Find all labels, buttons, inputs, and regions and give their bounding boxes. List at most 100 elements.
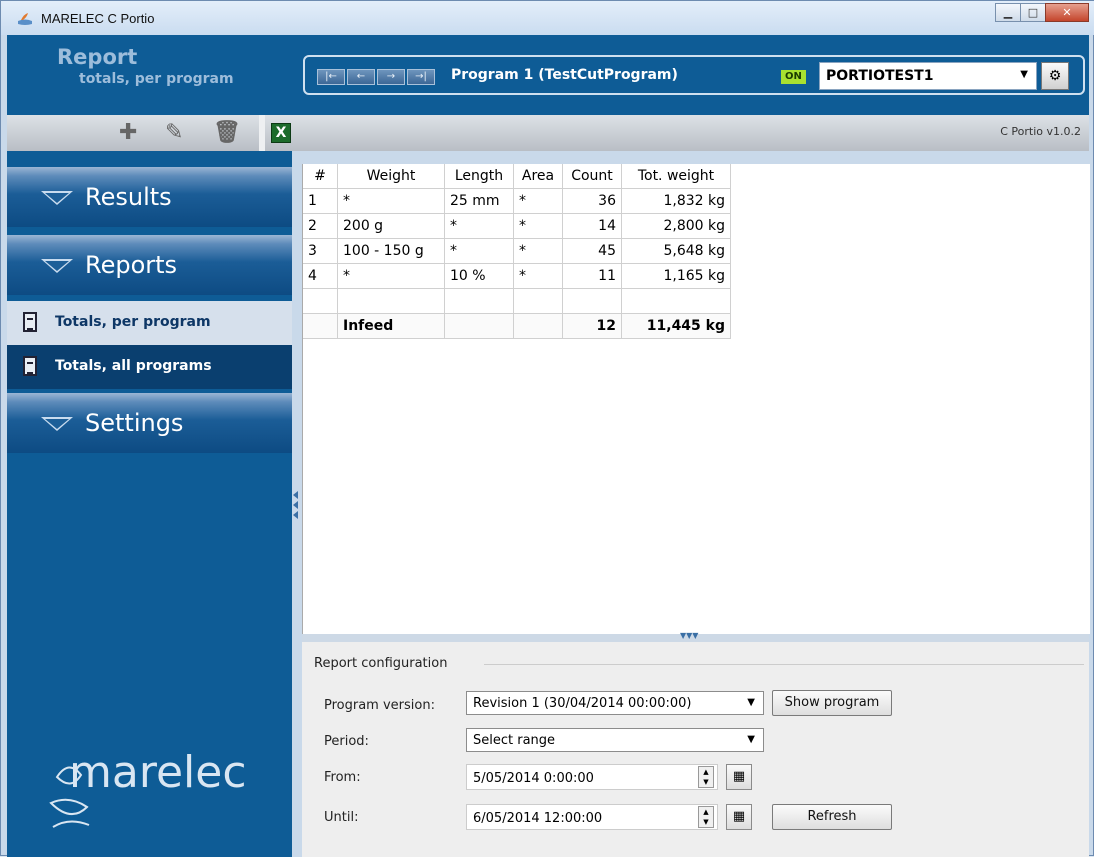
connect-icon: ⚙ <box>1048 68 1062 84</box>
chevron-down-icon: ▼ <box>1020 69 1028 80</box>
column-header[interactable]: Tot. weight <box>621 164 731 189</box>
refresh-button[interactable]: Refresh <box>772 804 892 830</box>
cell <box>513 313 563 339</box>
column-header[interactable]: Length <box>444 164 514 189</box>
app-icon <box>18 13 32 25</box>
device-select-value: PORTIOTEST1 <box>826 68 934 84</box>
from-datetime-field[interactable]: 5/05/2014 0:00:00 <box>466 764 718 790</box>
until-label: Until: <box>324 810 359 825</box>
cell <box>621 288 731 314</box>
show-program-button[interactable]: Show program <box>772 690 892 716</box>
cell <box>303 313 338 339</box>
cell: 200 g <box>337 213 445 239</box>
cell: * <box>444 213 514 239</box>
cell: * <box>337 188 445 214</box>
column-header[interactable]: Weight <box>337 164 445 189</box>
device-select[interactable]: PORTIOTEST1 ▼ <box>819 62 1037 90</box>
cell: 100 - 150 g <box>337 238 445 264</box>
table-row[interactable]: 2 200 g * * 14 2,800 kg <box>303 213 731 239</box>
add-icon[interactable]: ✚ <box>119 122 137 144</box>
collapse-icon <box>293 511 298 519</box>
first-program-icon[interactable]: |← <box>317 69 345 85</box>
last-program-icon[interactable]: →| <box>407 69 435 85</box>
page-subtitle: totals, per program <box>79 71 234 87</box>
cell <box>562 288 622 314</box>
program-navigator: |← ← → →| Program 1 (TestCutProgram) ON … <box>303 55 1085 95</box>
previous-program-icon[interactable]: ← <box>347 69 375 85</box>
sidebar-item-totals-per-program[interactable]: Totals, per program <box>7 301 292 345</box>
program-version-value: Revision 1 (30/04/2014 00:00:00) <box>473 696 692 711</box>
edit-icon[interactable]: ✎ <box>165 122 183 144</box>
toolbar-divider <box>259 115 265 151</box>
on-status-badge: ON <box>781 70 806 84</box>
close-button[interactable]: ✕ <box>1045 3 1089 22</box>
results-grid: # Weight Length Area Count Tot. weight 1… <box>302 164 1090 634</box>
sidebar-splitter[interactable] <box>292 151 302 857</box>
calendar-icon[interactable]: ▦ <box>726 804 752 830</box>
report-configuration-panel: Report configuration Program version: Re… <box>302 642 1089 857</box>
cell <box>337 288 445 314</box>
cell: 12 <box>562 313 622 339</box>
report-icon <box>23 312 37 332</box>
cell: 2 <box>303 213 338 239</box>
table-row[interactable]: 1 * 25 mm * 36 1,832 kg <box>303 188 731 214</box>
cell: 1,832 kg <box>621 188 731 214</box>
cell <box>513 288 563 314</box>
from-spinner[interactable]: ▲ ▼ <box>698 766 714 788</box>
table-row[interactable]: 4 * 10 % * 11 1,165 kg <box>303 263 731 289</box>
table-header-row: # Weight Length Area Count Tot. weight <box>303 164 731 189</box>
config-title: Report configuration <box>314 656 448 671</box>
app-window: MARELEC C Portio ▁ □ ✕ Report totals, pe… <box>0 0 1094 857</box>
chevron-down-icon <box>41 259 73 273</box>
excel-export-icon[interactable]: X <box>271 123 291 143</box>
report-icon <box>23 356 37 376</box>
column-header[interactable]: Count <box>562 164 622 189</box>
cell <box>444 313 514 339</box>
cell: * <box>513 238 563 264</box>
collapse-icon <box>293 491 298 499</box>
panel-splitter[interactable]: ▼▼▼ <box>302 631 1089 642</box>
column-header[interactable]: # <box>303 164 338 189</box>
window-controls: ▁ □ ✕ <box>995 3 1089 23</box>
page-title: Report <box>57 45 138 69</box>
table-total-row[interactable]: Infeed 12 11,445 kg <box>303 313 731 339</box>
maximize-button[interactable]: □ <box>1020 3 1046 22</box>
period-label: Period: <box>324 734 369 749</box>
program-version-select[interactable]: Revision 1 (30/04/2014 00:00:00) ▼ <box>466 691 764 715</box>
next-program-icon[interactable]: → <box>377 69 405 85</box>
sidebar-section-results[interactable]: Results <box>7 167 292 227</box>
cell: 1,165 kg <box>621 263 731 289</box>
cell <box>303 288 338 314</box>
version-label: C Portio v1.0.2 <box>1000 125 1081 138</box>
period-select[interactable]: Select range ▼ <box>466 728 764 752</box>
page-header: Report totals, per program |← ← → →| Pro… <box>7 35 1089 115</box>
sidebar-section-reports[interactable]: Reports <box>7 235 292 295</box>
cell: 1 <box>303 188 338 214</box>
sidebar-item-totals-all-programs[interactable]: Totals, all programs <box>7 345 292 389</box>
cell: * <box>337 263 445 289</box>
cell: 3 <box>303 238 338 264</box>
table-row[interactable]: 3 100 - 150 g * * 45 5,648 kg <box>303 238 731 264</box>
until-spinner[interactable]: ▲ ▼ <box>698 806 714 828</box>
cell: 45 <box>562 238 622 264</box>
until-datetime-field[interactable]: 6/05/2014 12:00:00 <box>466 804 718 830</box>
table-row-empty <box>303 288 731 314</box>
cell: 10 % <box>444 263 514 289</box>
chevron-down-icon <box>41 417 73 431</box>
cell: * <box>513 263 563 289</box>
calendar-icon[interactable]: ▦ <box>726 764 752 790</box>
chevron-down-icon: ▼ <box>747 697 755 708</box>
minimize-button[interactable]: ▁ <box>995 3 1021 22</box>
cell: 36 <box>562 188 622 214</box>
cell: 25 mm <box>444 188 514 214</box>
chevron-down-icon <box>41 191 73 205</box>
sidebar-section-settings[interactable]: Settings <box>7 393 292 453</box>
column-header[interactable]: Area <box>513 164 563 189</box>
chevron-down-icon: ▼ <box>747 734 755 745</box>
from-value: 5/05/2014 0:00:00 <box>473 771 594 786</box>
connect-button[interactable]: ⚙ <box>1041 62 1069 90</box>
delete-icon[interactable]: 🗑 <box>213 122 241 144</box>
cell: 4 <box>303 263 338 289</box>
collapse-icon: ▼▼▼ <box>680 631 699 640</box>
until-value: 6/05/2014 12:00:00 <box>473 811 603 826</box>
